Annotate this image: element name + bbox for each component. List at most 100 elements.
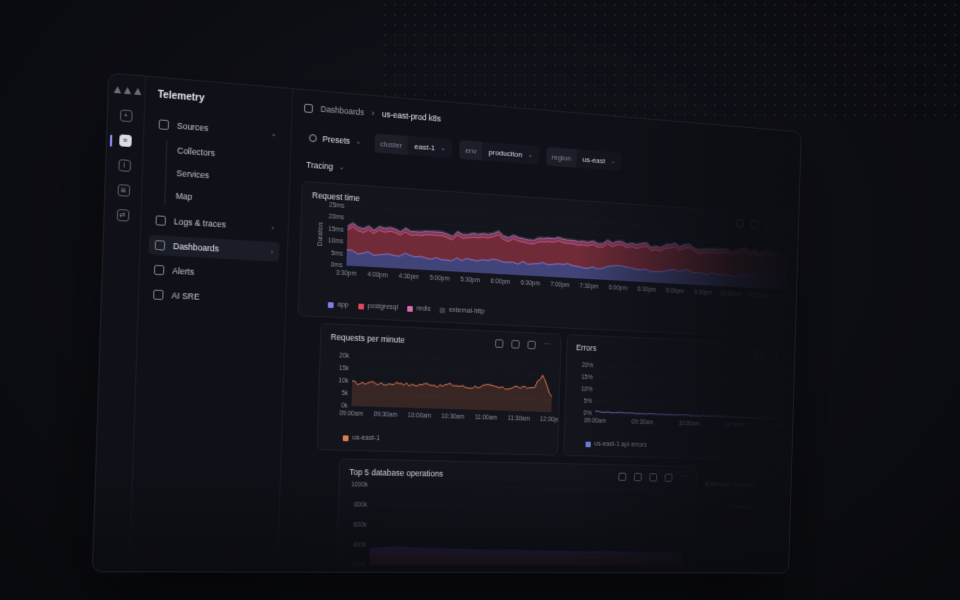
y-axis-label: Duration <box>317 222 325 246</box>
cube-icon <box>158 119 170 131</box>
sidebar-item-sources[interactable]: Sources ⌄ <box>152 114 283 144</box>
x-tick-label: 6:00pm <box>491 278 511 286</box>
sidebar-item-logs-traces[interactable]: Logs & traces › <box>149 210 280 238</box>
dashboard-icon <box>304 103 314 113</box>
x-tick-label: 11:00am <box>475 414 498 421</box>
alert-icon <box>153 264 165 276</box>
y-tick-label: 200k <box>352 562 366 569</box>
breadcrumb-root[interactable]: Dashboards <box>320 104 364 117</box>
x-tick-label: 5:00pm <box>430 275 450 283</box>
sidebar-item-alerts[interactable]: Alerts <box>148 260 279 286</box>
legend-item[interactable]: redis <box>407 305 431 313</box>
presets-label: Presets <box>322 134 351 146</box>
chevron-right-icon: › <box>270 247 274 257</box>
grid-line <box>353 356 553 364</box>
legend-label: redis <box>416 305 431 313</box>
grid-line <box>596 390 781 397</box>
x-tick-label: 09:30am <box>632 419 654 426</box>
legend-swatch <box>407 305 413 312</box>
breadcrumb-separator-icon: › <box>371 108 375 119</box>
chevron-down-icon: ⌄ <box>440 145 446 153</box>
legend-swatch <box>342 434 349 441</box>
x-tick-label: 10:00pm <box>720 291 741 298</box>
x-tick-label: 10:30pm <box>748 292 769 299</box>
app-window: ▲▲▲ + ≡ i ≣ ⇄ Telemetry Sources ⌄ Collec… <box>91 72 802 574</box>
telemetry-icon[interactable]: ≡ <box>118 134 132 148</box>
y-tick-label: 15ms <box>328 226 343 234</box>
y-tick-label: 1000k <box>351 482 369 489</box>
x-tick-label: 6:00pm <box>609 285 628 292</box>
x-tick-label: 6:30pm <box>521 280 540 288</box>
y-tick-label: 0ms <box>331 262 343 269</box>
logs-icon <box>155 215 166 226</box>
sidebar-item-ai-sre[interactable]: AI SRE <box>147 284 278 310</box>
filter-chip-region[interactable]: region us-east ⌄ <box>545 146 622 172</box>
grid-line <box>596 401 781 407</box>
grid-line <box>370 525 682 528</box>
y-tick-label: 15k <box>339 365 350 372</box>
filter-value-text: produciton <box>488 147 523 159</box>
sources-submenu: Collectors Services Map <box>164 139 283 213</box>
sidebar-title: Telemetry <box>157 89 205 105</box>
swap-icon[interactable]: ⇄ <box>116 208 129 222</box>
sidebar-item-label: Alerts <box>172 265 195 277</box>
chevron-right-icon: › <box>271 222 275 232</box>
presets-dropdown[interactable]: Presets ⌄ <box>303 133 367 147</box>
y-tick-label: 0k <box>341 403 349 410</box>
top5-chart: 1000k 800k 600k 400k 200k <box>351 482 698 569</box>
x-tick-label: 3:30pm <box>336 270 357 278</box>
filter-value: produciton ⌄ <box>482 141 540 165</box>
plus-icon[interactable]: + <box>119 109 133 123</box>
legend-label: postgresql <box>367 303 398 312</box>
sidebar-item-label: AI SRE <box>171 290 200 302</box>
x-tick-label: 9:30pm <box>694 289 712 296</box>
logo-icon: ▲▲▲ <box>111 81 143 99</box>
grid-line <box>371 505 683 509</box>
grid-line <box>372 485 684 490</box>
legend-label: us-east-1 api errors <box>594 440 647 449</box>
panel-top5-db-ops: Top 5 database operations ··· 1000k 800k 6… <box>335 458 698 574</box>
chevron-down-icon: ⌄ <box>270 128 278 138</box>
x-tick-label: 10:30am <box>724 422 745 429</box>
x-tick-label: 10:00am <box>678 420 699 427</box>
filter-key: region <box>545 146 577 168</box>
sidebar: Telemetry Sources ⌄ Collectors Services … <box>130 76 294 572</box>
sidebar-subitem-map[interactable]: Map <box>175 186 281 212</box>
y-tick-label: 600k <box>353 522 367 529</box>
list-icon[interactable]: ≣ <box>117 184 130 197</box>
panel-requests-per-minute: Requests per minute ··· 20k 15k 10k 5k 0k 09:… <box>316 322 562 456</box>
filter-chip-cluster[interactable]: cluster east-1 ⌄ <box>374 133 453 159</box>
x-tick-label: 09:00am <box>584 418 606 425</box>
layers-icon <box>308 134 317 143</box>
legend-item[interactable]: app <box>327 301 349 309</box>
x-tick-label: 5:30pm <box>460 276 480 284</box>
x-tick-label: 11:00am <box>770 423 787 430</box>
x-tick-label: 7:00pm <box>550 281 569 289</box>
x-tick-label: 10:00am <box>408 412 432 419</box>
y-tick-label: 10ms <box>328 238 343 246</box>
legend-swatch <box>585 441 591 447</box>
x-tick-label: 7:30pm <box>580 283 599 291</box>
side-card-duration[interactable]: Duration <box>729 503 754 511</box>
side-card-external-requests[interactable]: External requests <box>705 480 757 489</box>
filter-value: east-1 ⌄ <box>407 136 453 159</box>
chevron-down-icon: ⌄ <box>610 158 616 166</box>
sidebar-item-dashboards[interactable]: Dashboards › <box>148 234 280 262</box>
request-time-chart: 25ms 20ms 15ms 10ms 5ms 0ms Duration 3:30pm 4:00… <box>317 202 795 301</box>
scene: ▲▲▲ + ≡ i ≣ ⇄ Telemetry Sources ⌄ Collec… <box>0 0 960 600</box>
legend-label: app <box>337 301 349 309</box>
info-icon[interactable]: i <box>117 159 131 172</box>
panel-request-time: Request time 25ms 20ms 15ms 10ms 5ms 0ms Durat… <box>297 180 797 339</box>
grid-line <box>596 378 781 385</box>
filter-key: env <box>459 140 483 161</box>
y-tick-label: 20ms <box>329 214 344 222</box>
x-tick-label: 11:30am <box>508 415 530 422</box>
tracing-label: Tracing <box>306 159 334 172</box>
x-tick-label: 4:00pm <box>367 271 388 279</box>
filter-chip-env[interactable]: env produciton ⌄ <box>459 140 540 165</box>
grid-line <box>370 545 682 547</box>
x-tick-label: 11:00pm <box>775 294 795 301</box>
sidebar-item-label: Dashboards <box>172 241 220 254</box>
chart-legend: us-east-1 <box>342 434 380 442</box>
legend-item[interactable]: us-east-1 <box>342 434 380 442</box>
